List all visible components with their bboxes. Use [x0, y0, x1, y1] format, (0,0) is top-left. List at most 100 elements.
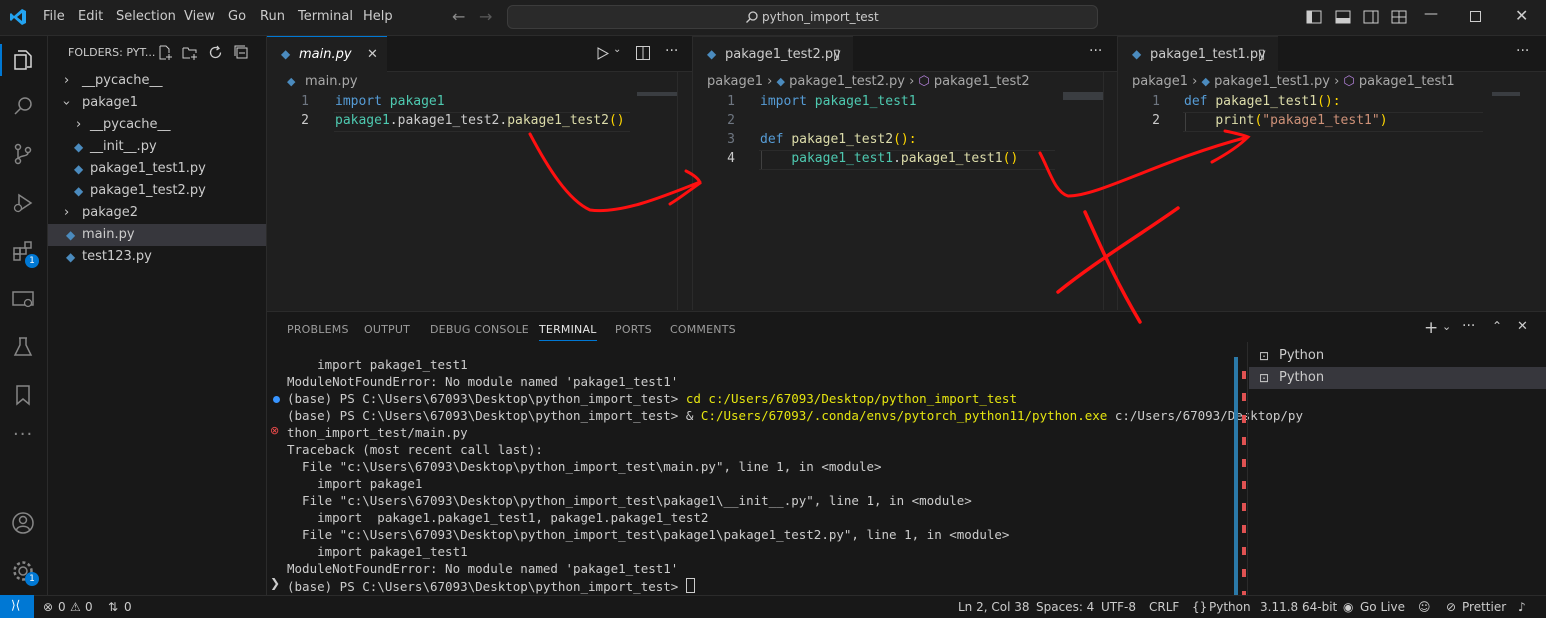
new-terminal-icon[interactable]: + — [1424, 318, 1438, 338]
panel-tab-ports[interactable]: PORTS — [615, 323, 652, 336]
menu-file[interactable]: File — [43, 9, 65, 24]
prettier-status[interactable]: Prettier — [1462, 600, 1506, 614]
tab-main-py[interactable]: ◆ main.py ✕ — [267, 36, 387, 72]
toggle-panel-icon[interactable] — [1335, 10, 1351, 24]
minimize-icon[interactable]: — — [1424, 6, 1438, 22]
indentation[interactable]: Spaces: 4 — [1036, 600, 1094, 614]
tree-folder-pakage2[interactable]: › pakage2 — [48, 202, 266, 224]
remote-indicator[interactable]: ⟩⟨ — [0, 595, 34, 618]
bookmark-icon[interactable] — [11, 383, 35, 407]
close-tab-icon[interactable]: ✕ — [367, 37, 378, 72]
more-actions-icon[interactable]: ··· — [1516, 43, 1529, 59]
more-actions-icon[interactable]: ··· — [1462, 318, 1475, 334]
tree-file-init[interactable]: ◆ __init__.py — [48, 136, 266, 158]
panel-tab-output[interactable]: OUTPUT — [364, 323, 410, 336]
menu-terminal[interactable]: Terminal — [298, 9, 353, 24]
editor-scrollbar[interactable] — [677, 72, 692, 310]
toggle-sidebar-icon[interactable] — [1306, 10, 1322, 24]
close-panel-icon[interactable]: ✕ — [1517, 319, 1528, 334]
menu-go[interactable]: Go — [228, 9, 246, 24]
code-line[interactable]: import pakage1_test1 — [760, 94, 917, 109]
refresh-icon[interactable] — [208, 45, 223, 60]
command-center-search[interactable]: python_import_test — [507, 5, 1098, 29]
breadcrumb-symbol[interactable]: pakage1_test1 — [1359, 74, 1455, 89]
tree-file-pakage1-test1[interactable]: ◆ pakage1_test1.py — [48, 158, 266, 180]
tab-pakage1-test1[interactable]: ◆ pakage1_test1.py ▯ — [1118, 36, 1278, 72]
tree-file-main[interactable]: ◆ main.py — [48, 224, 266, 246]
toggle-secondary-sidebar-icon[interactable] — [1363, 10, 1379, 24]
notifications-bell-icon[interactable]: ♪ — [1518, 600, 1526, 614]
maximize-panel-icon[interactable]: ⌃ — [1492, 319, 1502, 333]
tab-pakage1-test2[interactable]: ◆ pakage1_test2.py ▯ — [693, 36, 853, 72]
menu-edit[interactable]: Edit — [78, 9, 103, 24]
language-mode[interactable]: Python — [1209, 600, 1251, 614]
ports-icon[interactable]: ⇅ — [108, 600, 118, 614]
tree-file-pakage1-test2[interactable]: ◆ pakage1_test2.py — [48, 180, 266, 202]
run-file-icon[interactable] — [597, 47, 609, 60]
terminal-session-active[interactable]: ⊡ Python — [1249, 367, 1546, 389]
back-arrow-icon[interactable]: ← — [452, 7, 465, 26]
new-folder-icon[interactable] — [182, 45, 198, 60]
code-line[interactable]: def pakage1_test1(): — [1184, 94, 1341, 109]
minimap[interactable] — [1063, 92, 1103, 100]
customize-layout-icon[interactable] — [1391, 10, 1407, 24]
menu-selection[interactable]: Selection — [116, 9, 176, 24]
tree-folder-pycache-pakage1[interactable]: › __pycache__ — [48, 114, 266, 136]
warnings-count[interactable]: 0 — [85, 600, 93, 614]
minimap[interactable] — [637, 92, 677, 96]
terminal-session[interactable]: ⊡ Python — [1249, 345, 1546, 367]
breadcrumb-symbol[interactable]: pakage1_test2 — [934, 74, 1030, 89]
panel-tab-problems[interactable]: PROBLEMS — [287, 323, 349, 336]
breadcrumb-folder[interactable]: pakage1 — [1132, 74, 1188, 89]
maximize-icon[interactable] — [1470, 11, 1481, 22]
more-actions-icon[interactable]: ··· — [1089, 43, 1102, 59]
panel-tab-debug-console[interactable]: DEBUG CONSOLE — [430, 323, 529, 336]
breadcrumb-file[interactable]: pakage1_test1.py — [1214, 74, 1330, 89]
cursor-position[interactable]: Ln 2, Col 38 — [958, 600, 1030, 614]
breadcrumb-folder[interactable]: pakage1 — [707, 74, 763, 89]
explorer-icon[interactable] — [11, 48, 35, 72]
close-window-icon[interactable]: ✕ — [1515, 6, 1528, 25]
minimap[interactable] — [1492, 92, 1520, 96]
encoding[interactable]: UTF-8 — [1101, 600, 1136, 614]
forward-arrow-icon[interactable]: → — [479, 7, 492, 26]
terminal-prompt[interactable]: (base) PS C:\Users\67093\Desktop\python_… — [287, 578, 695, 594]
more-actions-icon[interactable]: ··· — [665, 43, 678, 59]
menu-view[interactable]: View — [184, 9, 215, 24]
remote-explorer-icon[interactable] — [11, 288, 35, 312]
breadcrumb-file[interactable]: main.py — [305, 74, 358, 89]
new-file-icon[interactable] — [158, 45, 173, 60]
editor-scrollbar[interactable] — [1103, 72, 1117, 310]
more-views-icon[interactable]: ··· — [13, 424, 33, 445]
panel-tab-terminal[interactable]: TERMINAL — [539, 323, 597, 341]
code-line[interactable]: import pakage1 — [335, 94, 445, 109]
chevron-down-icon[interactable]: ⌄ — [613, 44, 621, 55]
breadcrumb-file[interactable]: pakage1_test2.py — [789, 74, 905, 89]
copilot-icon[interactable]: ☺ — [1418, 600, 1431, 614]
errors-icon[interactable]: ⊗ — [43, 600, 53, 614]
tree-folder-pycache-root[interactable]: › __pycache__ — [48, 70, 266, 92]
source-control-icon[interactable] — [11, 142, 35, 166]
collapse-all-icon[interactable] — [234, 45, 249, 60]
split-editor-icon[interactable] — [636, 46, 650, 60]
python-interpreter[interactable]: 3.11.8 64-bit — [1260, 600, 1337, 614]
tree-folder-pakage1[interactable]: › pakage1 — [48, 92, 266, 114]
menu-run[interactable]: Run — [260, 9, 285, 24]
code-line[interactable]: def pakage1_test2(): — [760, 132, 917, 147]
warnings-icon[interactable]: ⚠ — [70, 600, 81, 614]
chevron-down-icon[interactable]: ⌄ — [1442, 320, 1451, 333]
search-view-icon[interactable] — [11, 94, 35, 118]
split-editor-icon[interactable]: ▯ — [1258, 37, 1265, 72]
menu-help[interactable]: Help — [363, 9, 393, 24]
errors-count[interactable]: 0 — [58, 600, 66, 614]
panel-tab-comments[interactable]: COMMENTS — [670, 323, 736, 336]
terminal-scrollbar[interactable] — [1234, 357, 1238, 595]
tree-file-test123[interactable]: ◆ test123.py — [48, 246, 266, 268]
ports-count[interactable]: 0 — [124, 600, 132, 614]
run-debug-icon[interactable] — [11, 191, 35, 215]
split-editor-icon[interactable]: ▯ — [833, 37, 840, 72]
testing-icon[interactable] — [11, 335, 35, 359]
accounts-icon[interactable] — [11, 511, 35, 535]
go-live-button[interactable]: Go Live — [1360, 600, 1405, 614]
line-ending[interactable]: CRLF — [1149, 600, 1179, 614]
